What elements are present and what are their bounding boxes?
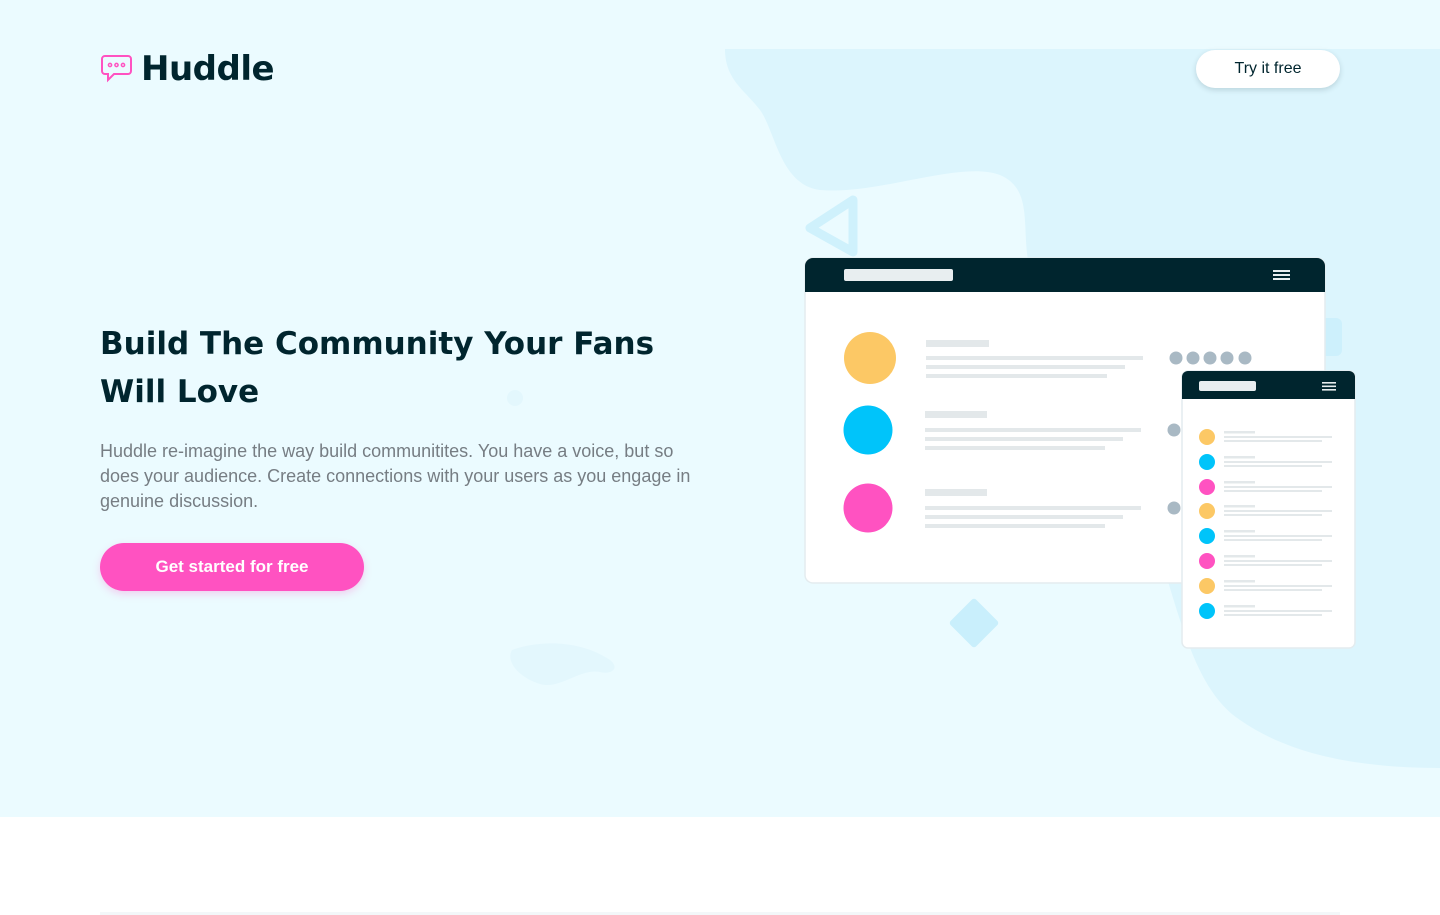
mobile-menu-icon: [1322, 382, 1336, 391]
next-section: [0, 817, 1440, 915]
hero-section: Huddle Try it free Build The Community Y…: [0, 0, 1440, 817]
desktop-menu-icon: [1273, 270, 1290, 280]
app-mockup-illustration: [804, 257, 1356, 649]
mobile-window-illustration: [1181, 370, 1356, 649]
